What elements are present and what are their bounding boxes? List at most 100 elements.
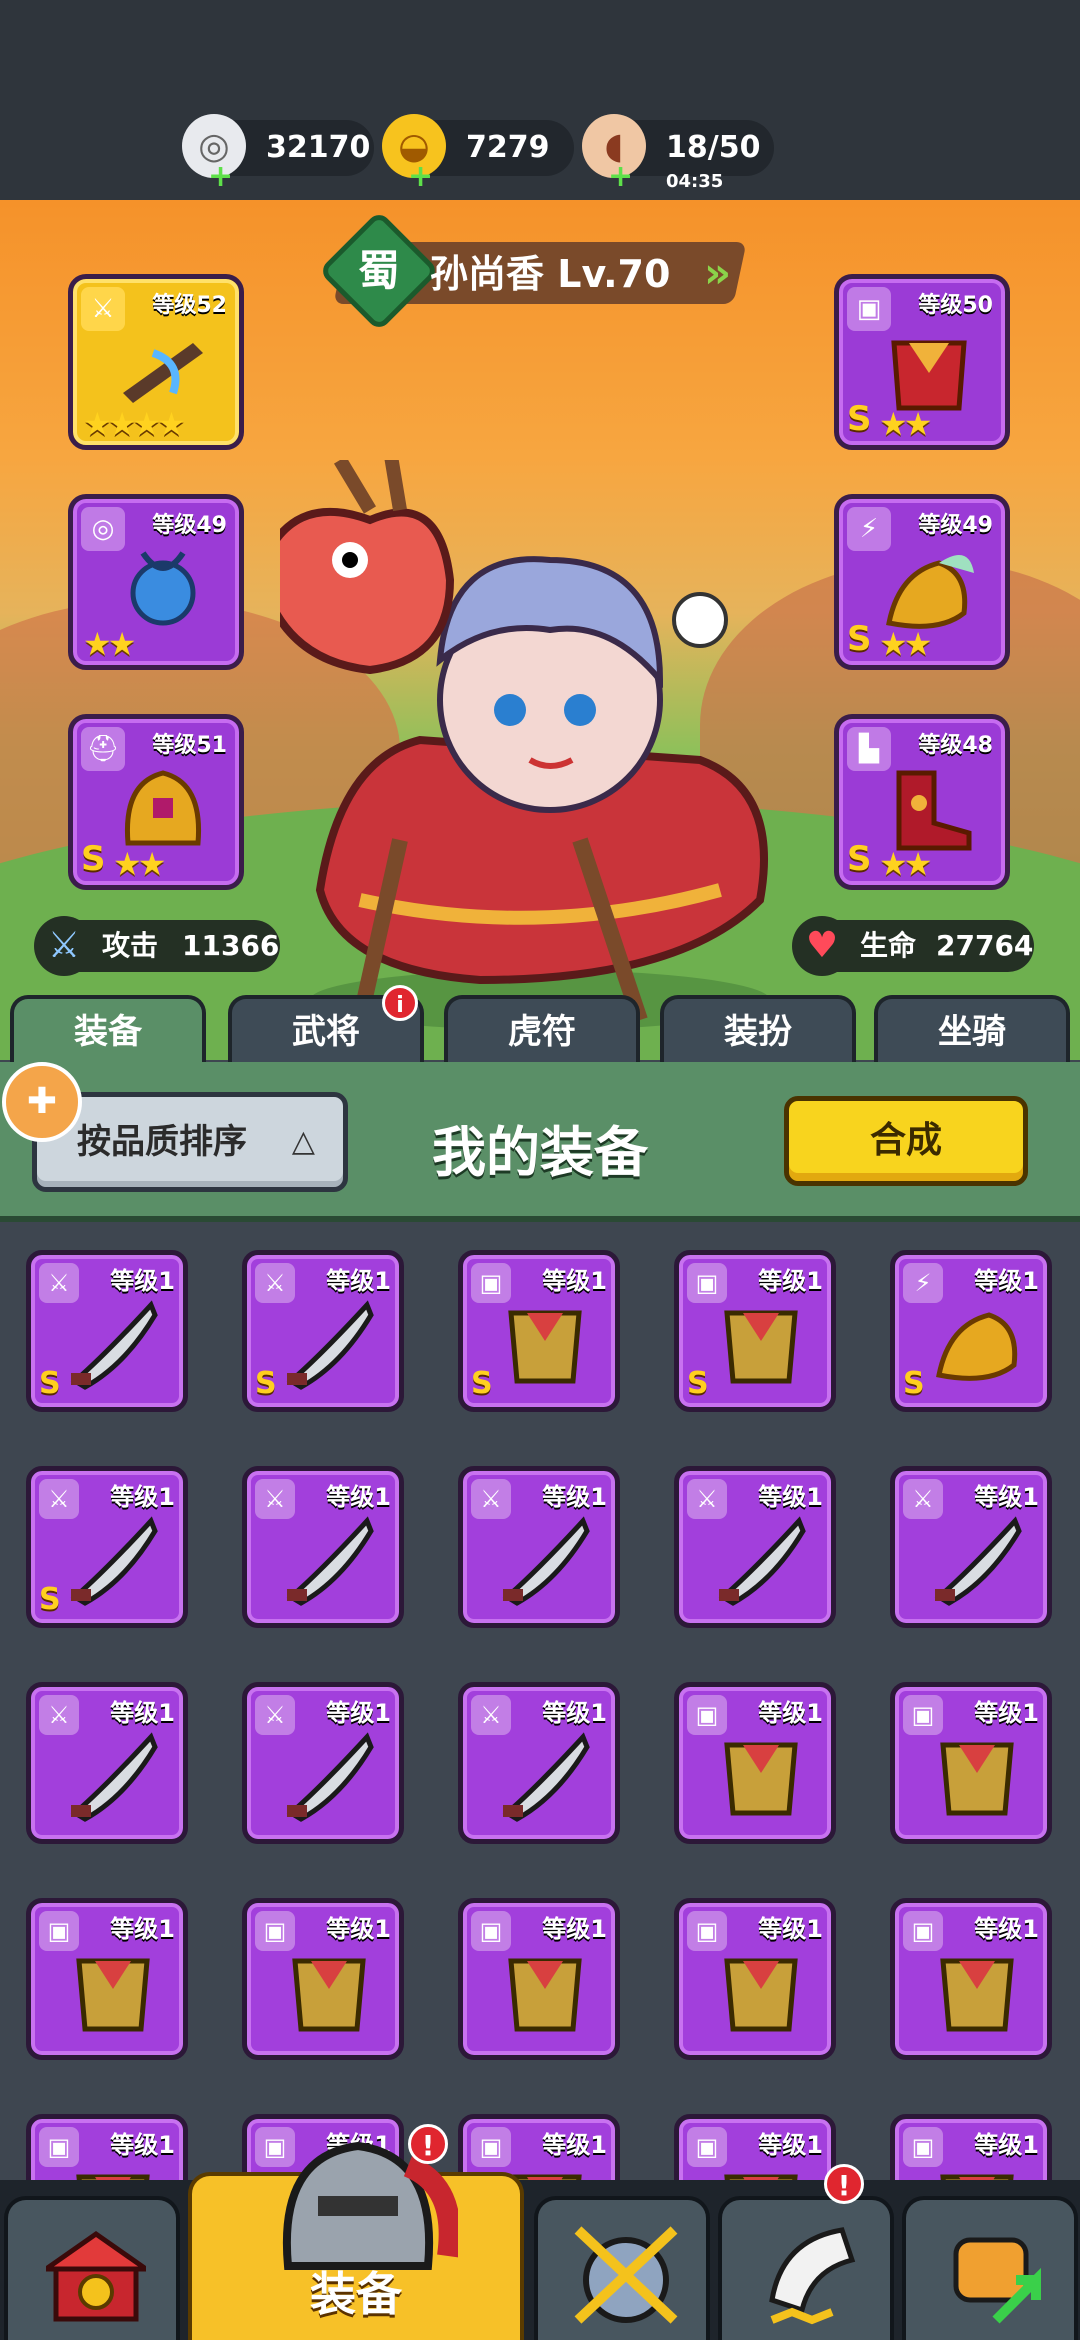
gold-value: 7279 (466, 130, 550, 165)
stamina-resource[interactable]: ◖ 18/50 + 04:35 (582, 114, 774, 192)
tab-tiger-tally[interactable]: 虎符 (444, 995, 640, 1065)
item-level: 等级1 (326, 1915, 391, 1943)
nav-home[interactable] (4, 2196, 180, 2340)
inventory-item[interactable]: ⚔ 等级1 S (242, 1250, 404, 1412)
inventory-item[interactable]: ▣等级1 (674, 1682, 836, 1844)
merge-button[interactable]: 合成 (784, 1096, 1028, 1186)
shield-swords-icon (574, 2226, 678, 2324)
inventory-item[interactable]: ⚔ 等级1 S (26, 1466, 188, 1628)
inventory-header: 按品质排序 △ 我的装备 合成 (0, 1062, 1080, 1222)
inventory-item[interactable]: ▣等级1 (26, 2114, 188, 2180)
nav-gacha[interactable] (718, 2196, 894, 2340)
grade-badge: S (39, 1366, 61, 1401)
hero-switch-arrow-icon[interactable]: » (704, 248, 750, 298)
inventory-item[interactable]: ⚔ 等级1 (674, 1466, 836, 1628)
heart-icon: ♥ (792, 916, 852, 976)
gamepad-icon[interactable]: ✚ (2, 1062, 82, 1142)
add-silver-icon[interactable]: + (208, 162, 233, 192)
inventory-item[interactable]: ⚡ 等级1 S (890, 1250, 1052, 1412)
item-level: 等级1 (110, 1915, 175, 1943)
item-level: 等级1 (974, 1483, 1039, 1511)
golden-helmet-icon (124, 770, 202, 846)
item-level: 等级1 (110, 1483, 175, 1511)
inventory-item[interactable]: ⚔ 等级1 (458, 1682, 620, 1844)
equip-slot-book[interactable]: ⚡ 等级49 S ★★ (834, 494, 1010, 670)
inventory-item[interactable]: ⚔ 等级1 (458, 1466, 620, 1628)
tab-mount[interactable]: 坐骑 (874, 995, 1070, 1065)
armor-art-icon (724, 1742, 798, 1816)
silver-resource[interactable]: ◎ 32170 + (182, 114, 374, 192)
armor-art-icon (724, 1958, 798, 2032)
add-stamina-icon[interactable]: + (608, 162, 633, 192)
hero-character-art[interactable] (280, 460, 800, 1040)
resource-bar: ◎ 32170 + ◒ 7279 + ◖ 18/50 + 04:35 (0, 0, 1080, 200)
inventory-item[interactable]: ▣ 等级1 S (674, 1250, 836, 1412)
nav-equipment-label: 装备 (310, 2267, 402, 2321)
nav-upgrade[interactable] (902, 2196, 1078, 2340)
inventory-item[interactable]: ⚔ 等级1 S (26, 1250, 188, 1412)
hp-value: 27764 (936, 929, 1034, 962)
bottom-nav: 装备 ! ! (0, 2124, 1080, 2340)
armor-art-icon (940, 2174, 1014, 2180)
equip-slot-weapon[interactable]: ⚔ 等级52 ★★★★ (68, 274, 244, 450)
equip-slot-armor[interactable]: ▣ 等级50 S ★★ (834, 274, 1010, 450)
gold-resource[interactable]: ◒ 7279 + (382, 114, 574, 192)
inventory-item[interactable]: ▣等级1 (26, 1898, 188, 2060)
nav-battle[interactable] (534, 2196, 710, 2340)
sort-arrow-icon: △ (291, 1124, 315, 1159)
grade-badge: S (471, 1366, 493, 1401)
equip-slot-helmet[interactable]: ⛑ 等级51 S ★★ (68, 714, 244, 890)
inventory-item[interactable]: ▣等级1 (890, 1898, 1052, 2060)
item-level: 等级1 (542, 1699, 607, 1727)
inventory-item[interactable]: ▣等级1 (890, 1682, 1052, 1844)
weapon-art-icon (70, 1732, 158, 1822)
weapon-art-icon (70, 1300, 158, 1390)
add-gold-icon[interactable]: + (408, 162, 433, 192)
inventory-item[interactable]: ▣等级1 (242, 1898, 404, 2060)
grade-badge: S (847, 839, 872, 879)
hp-stat: ♥ 生命 27764 (792, 916, 1034, 976)
inventory-item[interactable]: ▣ 等级1 S (458, 1250, 620, 1412)
star-rating: ★★ (879, 625, 932, 663)
item-level: 等级1 (326, 1267, 391, 1295)
notification-badge: i (382, 985, 418, 1021)
inventory-item[interactable]: ▣等级1 (674, 2114, 836, 2180)
sort-label: 按品质排序 (77, 1122, 247, 1162)
inventory-item[interactable]: ⚔ 等级1 (26, 1682, 188, 1844)
dragon-art-icon (936, 1312, 1018, 1381)
equip-slot-boots[interactable]: ▙ 等级48 S ★★ (834, 714, 1010, 890)
item-level: 等级1 (542, 2131, 607, 2159)
star-rating: ★★ (879, 405, 932, 443)
weapon-art-icon (286, 1732, 374, 1822)
inventory-item[interactable]: ⚔ 等级1 (242, 1682, 404, 1844)
armor-art-icon (724, 1310, 798, 1384)
inventory-item[interactable]: ⚔ 等级1 (242, 1466, 404, 1628)
item-level: 等级1 (974, 2131, 1039, 2159)
gate-icon (46, 2230, 146, 2322)
weapon-art-icon (502, 1732, 590, 1822)
inventory-item[interactable]: ⚔ 等级1 (890, 1466, 1052, 1628)
inventory-item[interactable]: ▣等级1 (890, 2114, 1052, 2180)
crossbow-icon (123, 343, 203, 403)
item-level: 等级1 (110, 1699, 175, 1727)
slot-level: 等级51 (152, 733, 227, 758)
tab-equipment[interactable]: 装备 (10, 995, 206, 1065)
stamina-timer: 04:35 (666, 171, 724, 192)
stamina-value: 18/50 (666, 130, 761, 165)
grade-badge: S (847, 619, 872, 659)
armor-art-icon (76, 1958, 150, 2032)
category-tabs: 装备 武将 i 虎符 装扮 坐骑 (0, 985, 1080, 1065)
inventory-item[interactable]: ▣等级1 (458, 2114, 620, 2180)
item-level: 等级1 (974, 1267, 1039, 1295)
amulet-icon (130, 551, 196, 626)
silver-value: 32170 (266, 130, 371, 165)
star-rating: ★★ (83, 625, 136, 663)
attack-value: 11366 (182, 929, 280, 962)
equip-slot-accessory[interactable]: ◎ 等级49 ★★ (68, 494, 244, 670)
horn-stars-icon (769, 2227, 856, 2325)
nav-equipment[interactable]: 装备 (188, 2141, 524, 2340)
inventory-item[interactable]: ▣等级1 (458, 1898, 620, 2060)
tab-costume[interactable]: 装扮 (660, 995, 856, 1065)
inventory-item[interactable]: ▣等级1 (674, 1898, 836, 2060)
item-level: 等级1 (974, 1915, 1039, 1943)
